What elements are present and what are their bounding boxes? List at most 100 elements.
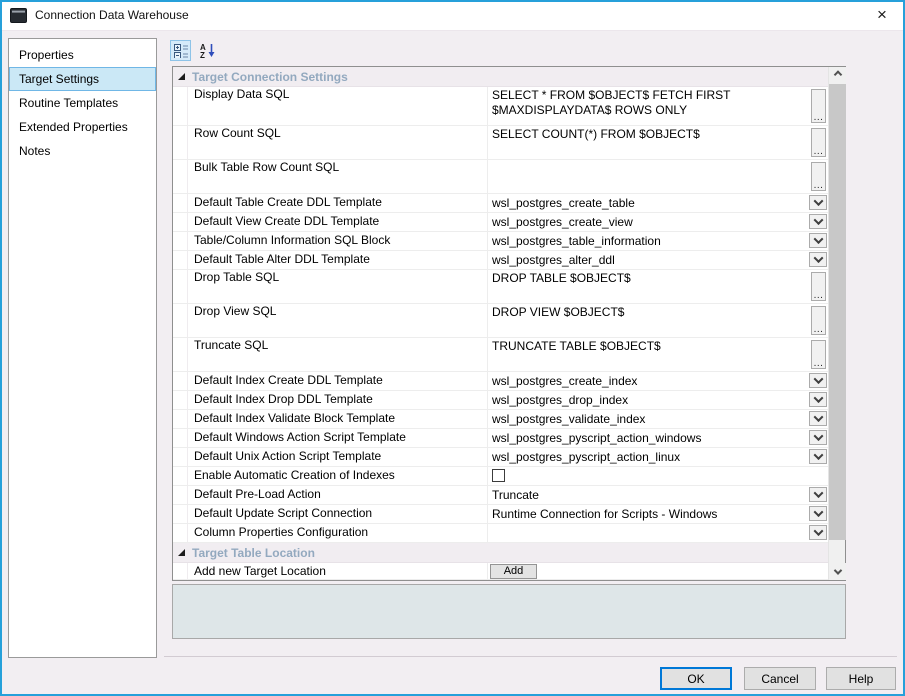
dropdown-button[interactable] bbox=[809, 506, 827, 521]
property-value-cell[interactable]: wsl_postgres_table_information bbox=[487, 232, 828, 250]
categorized-view-icon[interactable] bbox=[170, 40, 191, 61]
property-row-display-data-sql[interactable]: Display Data SQL SELECT * FROM $OBJECT$ F… bbox=[173, 87, 828, 126]
dropdown-button[interactable] bbox=[809, 195, 827, 210]
property-row-default-table-create-ddl-template[interactable]: Default Table Create DDL Template wsl_pos… bbox=[173, 194, 828, 213]
database-icon bbox=[10, 7, 27, 23]
add-button[interactable]: Add bbox=[490, 564, 537, 579]
property-value-cell[interactable]: wsl_postgres_create_view bbox=[487, 213, 828, 231]
dropdown-button[interactable] bbox=[809, 525, 827, 540]
property-value-cell[interactable]: wsl_postgres_pyscript_action_windows bbox=[487, 429, 828, 447]
property-label: Row Count SQL bbox=[194, 126, 281, 140]
property-value-cell[interactable]: Truncate bbox=[487, 486, 828, 504]
property-value-cell[interactable]: DROP TABLE $OBJECT$... bbox=[487, 270, 828, 303]
property-row-drop-table-sql[interactable]: Drop Table SQL DROP TABLE $OBJECT$... bbox=[173, 270, 828, 304]
category-row-target-connection-settings[interactable]: Target Connection Settings bbox=[173, 67, 828, 87]
property-value-cell[interactable] bbox=[487, 524, 828, 542]
property-row-default-unix-action-script-template[interactable]: Default Unix Action Script Template wsl_p… bbox=[173, 448, 828, 467]
ellipsis-button[interactable]: ... bbox=[811, 340, 826, 369]
ellipsis-button[interactable]: ... bbox=[811, 128, 826, 157]
property-value-cell[interactable] bbox=[487, 467, 828, 485]
property-row-default-pre-load-action[interactable]: Default Pre-Load Action Truncate bbox=[173, 486, 828, 505]
scroll-down-button[interactable] bbox=[829, 563, 846, 580]
property-row-drop-view-sql[interactable]: Drop View SQL DROP VIEW $OBJECT$... bbox=[173, 304, 828, 338]
chevron-down-icon bbox=[813, 507, 823, 518]
property-value-text: DROP TABLE $OBJECT$ bbox=[492, 271, 631, 285]
title-bar: Connection Data Warehouse × bbox=[0, 0, 905, 31]
sidebar-item-routine-templates[interactable]: Routine Templates bbox=[9, 91, 156, 115]
dropdown-button[interactable] bbox=[809, 449, 827, 464]
chevron-down-icon bbox=[813, 374, 823, 385]
dropdown-button[interactable] bbox=[809, 214, 827, 229]
chevron-up-icon bbox=[833, 69, 842, 79]
dropdown-button[interactable] bbox=[809, 252, 827, 267]
property-value-cell[interactable]: wsl_postgres_create_table bbox=[487, 194, 828, 212]
property-label: Default Index Validate Block Template bbox=[194, 411, 396, 425]
category-label: Target Table Location bbox=[192, 545, 315, 560]
alphabetical-sort-icon[interactable]: A Z bbox=[197, 40, 218, 61]
dropdown-button[interactable] bbox=[809, 487, 827, 502]
property-label: Default Index Drop DDL Template bbox=[194, 392, 373, 406]
property-row-default-table-alter-ddl-template[interactable]: Default Table Alter DDL Template wsl_post… bbox=[173, 251, 828, 270]
sidebar-item-target-settings[interactable]: Target Settings bbox=[9, 67, 156, 91]
property-label: Add new Target Location bbox=[194, 564, 326, 578]
dropdown-button[interactable] bbox=[809, 392, 827, 407]
property-value-cell[interactable]: Runtime Connection for Scripts - Windows bbox=[487, 505, 828, 523]
property-row-truncate-sql[interactable]: Truncate SQL TRUNCATE TABLE $OBJECT$... bbox=[173, 338, 828, 372]
property-row-default-index-create-ddl-template[interactable]: Default Index Create DDL Template wsl_pos… bbox=[173, 372, 828, 391]
property-value-text: wsl_postgres_create_index bbox=[492, 374, 638, 388]
property-value-cell[interactable]: wsl_postgres_create_index bbox=[487, 372, 828, 390]
property-row-enable-automatic-creation-of-indexes[interactable]: Enable Automatic Creation of Indexes bbox=[173, 467, 828, 486]
scrollbar-thumb[interactable] bbox=[829, 84, 846, 540]
dropdown-button[interactable] bbox=[809, 233, 827, 248]
collapse-triangle-icon[interactable] bbox=[178, 73, 185, 80]
property-value-cell[interactable]: wsl_postgres_validate_index bbox=[487, 410, 828, 428]
property-value-cell[interactable]: wsl_postgres_drop_index bbox=[487, 391, 828, 409]
property-row-default-update-script-connection[interactable]: Default Update Script Connection Runtime … bbox=[173, 505, 828, 524]
dropdown-button[interactable] bbox=[809, 373, 827, 388]
property-row-default-index-validate-block-template[interactable]: Default Index Validate Block Template wsl… bbox=[173, 410, 828, 429]
cancel-button[interactable]: Cancel bbox=[744, 667, 816, 690]
property-row-default-view-create-ddl-template[interactable]: Default View Create DDL Template wsl_post… bbox=[173, 213, 828, 232]
sidebar-tab-list: Properties Target Settings Routine Templat… bbox=[8, 38, 157, 658]
dropdown-button[interactable] bbox=[809, 411, 827, 426]
ellipsis-button[interactable]: ... bbox=[811, 162, 826, 191]
close-button[interactable]: × bbox=[859, 1, 905, 30]
property-value-cell[interactable]: wsl_postgres_alter_ddl bbox=[487, 251, 828, 269]
property-value-cell[interactable]: DROP VIEW $OBJECT$... bbox=[487, 304, 828, 337]
dropdown-button[interactable] bbox=[809, 430, 827, 445]
property-description-panel bbox=[172, 584, 846, 639]
ellipsis-button[interactable]: ... bbox=[811, 89, 826, 123]
property-value-text: SELECT COUNT(*) FROM $OBJECT$ bbox=[492, 127, 700, 141]
property-row-default-windows-action-script-template[interactable]: Default Windows Action Script Template ws… bbox=[173, 429, 828, 448]
sidebar-item-properties[interactable]: Properties bbox=[9, 43, 156, 67]
collapse-triangle-icon[interactable] bbox=[178, 549, 185, 556]
ok-button[interactable]: OK bbox=[660, 667, 732, 690]
ellipsis-button[interactable]: ... bbox=[811, 306, 826, 335]
category-row-target-table-location[interactable]: Target Table Location bbox=[173, 543, 828, 563]
ellipsis-button[interactable]: ... bbox=[811, 272, 826, 301]
vertical-scrollbar[interactable] bbox=[828, 67, 846, 580]
property-row-table-column-information-sql-block[interactable]: Table/Column Information SQL Block wsl_po… bbox=[173, 232, 828, 251]
property-value-cell[interactable]: TRUNCATE TABLE $OBJECT$... bbox=[487, 338, 828, 371]
scroll-up-button[interactable] bbox=[829, 67, 846, 84]
help-button[interactable]: Help bbox=[826, 667, 896, 690]
property-value-text: wsl_postgres_pyscript_action_linux bbox=[492, 450, 681, 464]
property-row-default-index-drop-ddl-template[interactable]: Default Index Drop DDL Template wsl_postg… bbox=[173, 391, 828, 410]
property-row-add-new-target-location[interactable]: Add new Target Location Add bbox=[173, 563, 828, 580]
property-row-row-count-sql[interactable]: Row Count SQL SELECT COUNT(*) FROM $OBJEC… bbox=[173, 126, 828, 160]
chevron-down-icon bbox=[813, 488, 823, 499]
sidebar-item-notes[interactable]: Notes bbox=[9, 139, 156, 163]
property-label: Enable Automatic Creation of Indexes bbox=[194, 468, 395, 482]
property-value-cell[interactable]: Add bbox=[487, 563, 828, 579]
checkbox-enable-automatic-creation-of-indexes[interactable] bbox=[492, 469, 505, 482]
property-row-bulk-table-row-count-sql[interactable]: Bulk Table Row Count SQL... bbox=[173, 160, 828, 194]
property-value-text: wsl_postgres_pyscript_action_windows bbox=[492, 431, 702, 445]
property-value-cell[interactable]: ... bbox=[487, 160, 828, 193]
property-value-cell[interactable]: SELECT * FROM $OBJECT$ FETCH FIRST $MAXD… bbox=[487, 87, 828, 125]
property-row-column-properties-configuration[interactable]: Column Properties Configuration bbox=[173, 524, 828, 543]
property-value-cell[interactable]: SELECT COUNT(*) FROM $OBJECT$... bbox=[487, 126, 828, 159]
property-label: Default Pre-Load Action bbox=[194, 487, 321, 501]
property-value-cell[interactable]: wsl_postgres_pyscript_action_linux bbox=[487, 448, 828, 466]
property-value-text: wsl_postgres_alter_ddl bbox=[492, 253, 615, 267]
sidebar-item-extended-properties[interactable]: Extended Properties bbox=[9, 115, 156, 139]
